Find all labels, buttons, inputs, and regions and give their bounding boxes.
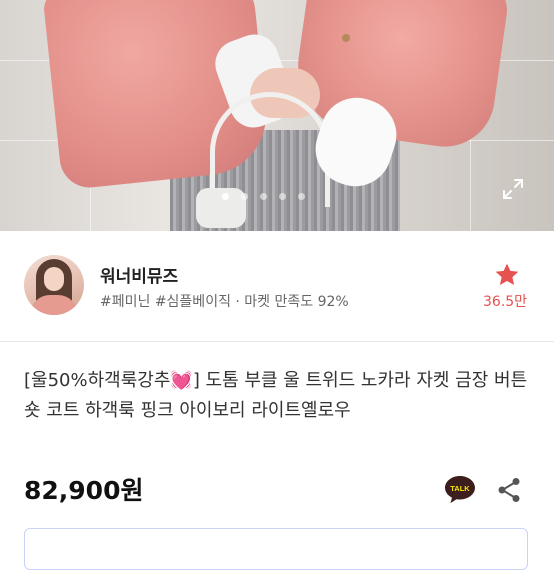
heart-icon: 💓 <box>170 370 193 391</box>
carousel-dot[interactable] <box>279 193 286 200</box>
like-count: 36.5만 <box>483 294 528 310</box>
star-icon[interactable] <box>493 261 521 289</box>
product-image-carousel[interactable] <box>0 0 554 231</box>
coat-button <box>342 34 350 42</box>
expand-icon[interactable] <box>501 177 525 201</box>
product-title-prefix: [울50%하객룩강추 <box>24 370 171 391</box>
carousel-dot[interactable] <box>298 193 305 200</box>
product-price: 82,900원 <box>24 476 144 505</box>
carousel-dot[interactable] <box>241 193 248 200</box>
carousel-dot[interactable] <box>260 193 267 200</box>
share-icon[interactable] <box>497 477 521 503</box>
seller-name[interactable]: 워너비뮤즈 <box>100 262 178 287</box>
product-title: [울50%하객룩강추💓] 도톰 부클 울 트위드 노카라 자켓 금장 버튼 숏 … <box>24 366 534 426</box>
carousel-dot[interactable] <box>222 193 229 200</box>
seller-avatar[interactable] <box>24 255 84 315</box>
talk-label: TALK <box>450 484 470 493</box>
seller-tags: #페미닌 #심플베이직 · 마켓 만족도 92% <box>100 294 349 310</box>
info-box[interactable] <box>24 528 528 570</box>
seller-section[interactable]: 워너비뮤즈 #페미닌 #심플베이직 · 마켓 만족도 92% 36.5만 <box>0 231 554 342</box>
talk-icon[interactable]: TALK <box>443 474 477 504</box>
carousel-indicator <box>222 193 305 200</box>
